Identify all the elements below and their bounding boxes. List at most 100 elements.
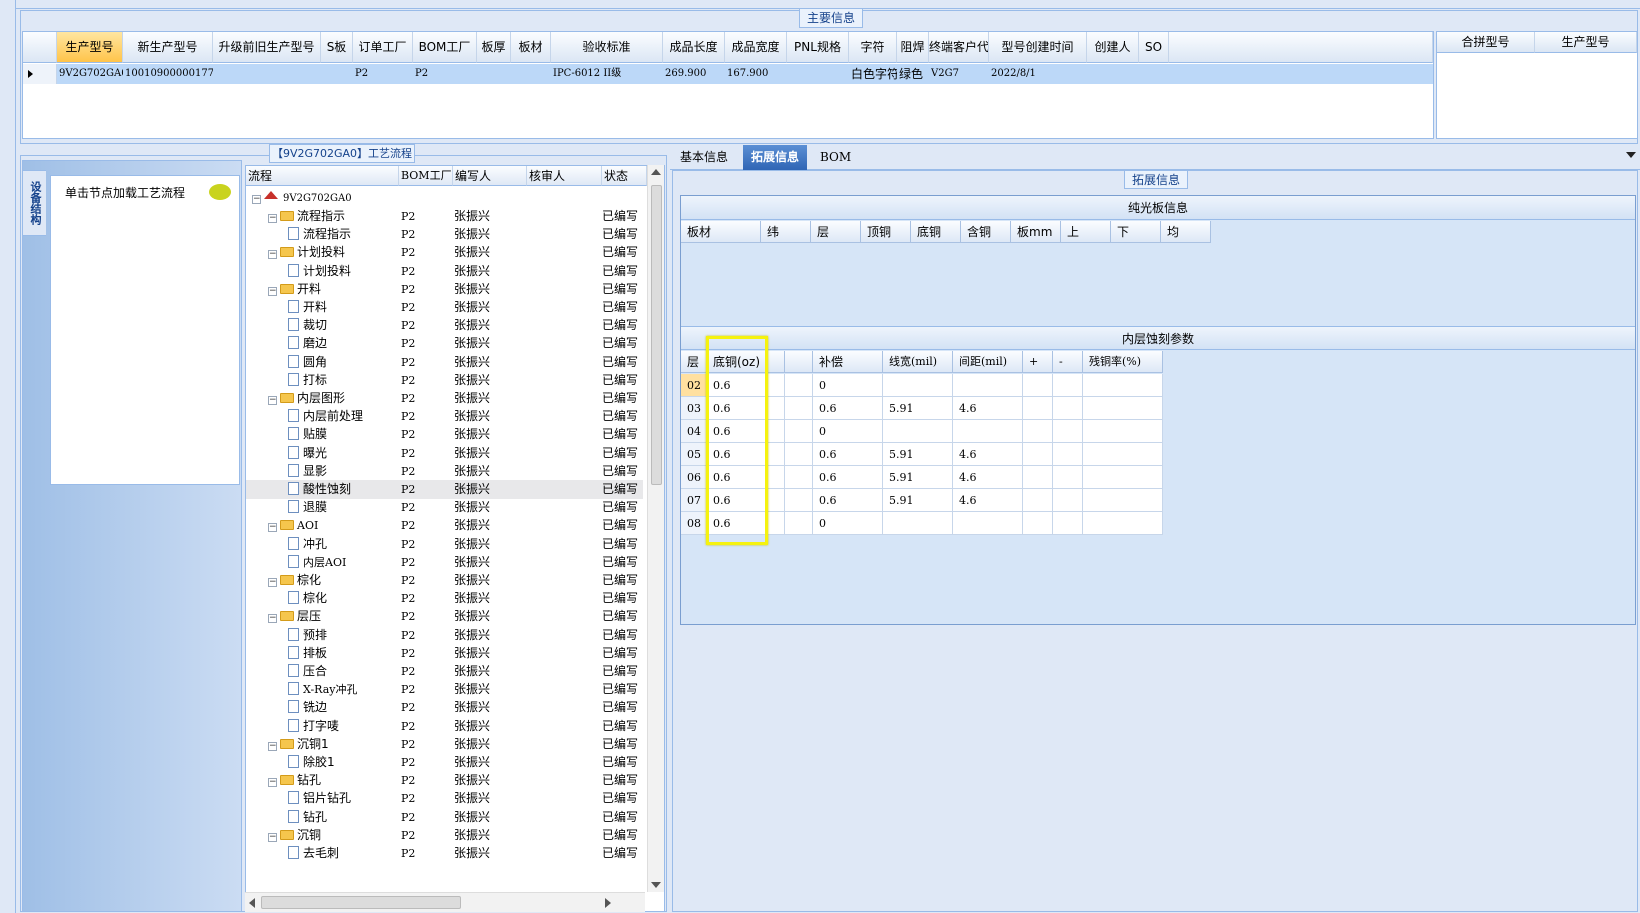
tree-row[interactable]: − 钻孔 P2 张振兴 已编写	[246, 771, 643, 790]
etch-cell[interactable]	[785, 512, 813, 535]
collapse-icon[interactable]: −	[268, 214, 277, 223]
cell-14[interactable]: V2G7	[931, 64, 989, 84]
collapse-icon[interactable]: −	[268, 741, 277, 751]
tree-col-header-3[interactable]: 核审人	[527, 166, 602, 186]
etch-col-header[interactable]: +	[1023, 351, 1053, 373]
scroll-up-icon[interactable]	[651, 169, 661, 175]
col-header-11[interactable]: PNL规格	[787, 32, 849, 63]
etch-cell[interactable]	[1023, 489, 1053, 512]
scroll-thumb[interactable]	[651, 185, 662, 485]
etch-cell[interactable]	[785, 374, 813, 397]
plain-col-header[interactable]: 层	[811, 221, 861, 243]
etch-cell[interactable]	[1023, 443, 1053, 466]
tree-row[interactable]: − 流程指示 P2 张振兴 已编写	[246, 207, 643, 226]
etch-cell[interactable]: 5.91	[883, 489, 953, 512]
tab-basic-info[interactable]: 基本信息	[672, 145, 736, 170]
etch-cell[interactable]	[1023, 420, 1053, 443]
etch-cell[interactable]	[1053, 420, 1083, 443]
tree-row[interactable]: − 层压 P2 张振兴 已编写	[246, 607, 643, 626]
col-header-2[interactable]: 升级前旧生产型号	[213, 32, 321, 63]
col-header-7[interactable]: 板材	[511, 32, 551, 63]
col-header-1[interactable]: 新生产型号	[123, 32, 213, 63]
etch-cell[interactable]: 4.6	[953, 466, 1023, 489]
cell-5[interactable]: P2	[415, 64, 477, 84]
tree-row[interactable]: 退膜 P2 张振兴 已编写	[246, 498, 643, 517]
col-header-9[interactable]: 成品长度	[663, 32, 725, 63]
tree-row[interactable]: 流程指示 P2 张振兴 已编写	[246, 225, 643, 244]
etch-cell[interactable]	[1023, 466, 1053, 489]
etch-cell[interactable]	[1083, 512, 1163, 535]
etch-col-header[interactable]: 补偿	[813, 351, 883, 373]
etch-cell[interactable]	[953, 420, 1023, 443]
col-header-8[interactable]: 验收标准	[551, 32, 663, 63]
etch-col-header[interactable]: 层	[681, 351, 707, 373]
tree-col-header-2[interactable]: 编写人	[453, 166, 527, 186]
col-header-13[interactable]: 阻焊	[897, 32, 929, 63]
tree-row[interactable]: 打字唛 P2 张振兴 已编写	[246, 717, 643, 736]
tree-root[interactable]: − 9V2G702GA0	[246, 188, 643, 207]
etch-cell[interactable]	[1053, 374, 1083, 397]
etch-cell[interactable]: 5.91	[883, 466, 953, 489]
tree-col-header-4[interactable]: 状态	[602, 166, 647, 186]
plain-col-header[interactable]: 纬	[761, 221, 811, 243]
cell-15[interactable]: 2022/8/1	[991, 64, 1087, 84]
etch-cell[interactable]: 0.6	[813, 397, 883, 420]
etch-cell[interactable]	[785, 489, 813, 512]
collapse-icon[interactable]: −	[268, 832, 277, 842]
tree-row[interactable]: 磨边 P2 张振兴 已编写	[246, 334, 643, 353]
etch-cell[interactable]	[1053, 397, 1083, 420]
tree-row[interactable]: 开料 P2 张振兴 已编写	[246, 298, 643, 317]
cell-13[interactable]: 绿色	[899, 64, 929, 84]
tree-row[interactable]: − 内层图形 P2 张振兴 已编写	[246, 389, 643, 408]
etch-cell[interactable]: 4.6	[953, 443, 1023, 466]
etch-cell[interactable]	[1083, 397, 1163, 420]
plain-col-header[interactable]: 顶铜	[861, 221, 911, 243]
col-header-5[interactable]: BOM工厂	[413, 32, 477, 63]
col-header-15[interactable]: 型号创建时间	[989, 32, 1087, 63]
tree-row[interactable]: 铣边 P2 张振兴 已编写	[246, 698, 643, 717]
etch-cell[interactable]: 4.6	[953, 397, 1023, 420]
etch-cell[interactable]: 0	[813, 512, 883, 535]
etch-cell[interactable]: 0.6	[813, 466, 883, 489]
etch-cell[interactable]	[1053, 443, 1083, 466]
etch-cell[interactable]	[785, 443, 813, 466]
tab-dropdown-icon[interactable]	[1626, 152, 1636, 158]
etch-cell[interactable]	[785, 420, 813, 443]
tree-horizontal-scrollbar[interactable]	[245, 892, 645, 912]
cell-0[interactable]: 9V2G702GA0	[59, 64, 123, 84]
tree-row[interactable]: 排板 P2 张振兴 已编写	[246, 644, 643, 663]
etch-cell[interactable]: 5.91	[883, 397, 953, 420]
etch-cell[interactable]	[1053, 489, 1083, 512]
etch-cell[interactable]	[1083, 489, 1163, 512]
merge-col-header[interactable]: 合拼型号	[1437, 32, 1535, 53]
tree-vertical-scrollbar[interactable]	[647, 165, 664, 892]
etch-cell[interactable]	[1023, 397, 1053, 420]
tree-row[interactable]: 除胶1 P2 张振兴 已编写	[246, 753, 643, 772]
tree-row[interactable]: 贴膜 P2 张振兴 已编写	[246, 425, 643, 444]
scroll-left-icon[interactable]	[249, 898, 255, 908]
etch-cell[interactable]	[785, 397, 813, 420]
plain-col-header[interactable]: 底铜	[911, 221, 961, 243]
etch-cell[interactable]	[1023, 512, 1053, 535]
merge-col-header[interactable]: 生产型号	[1535, 32, 1637, 53]
plain-col-header[interactable]: 上	[1061, 221, 1111, 243]
tree-row[interactable]: − 沉铜 P2 张振兴 已编写	[246, 826, 643, 845]
etch-cell[interactable]	[1053, 512, 1083, 535]
plain-col-header[interactable]: 均	[1161, 221, 1211, 243]
col-header-14[interactable]: 终端客户代码	[929, 32, 989, 63]
tree-row[interactable]: 铝片钻孔 P2 张振兴 已编写	[246, 789, 643, 808]
etch-cell[interactable]: 0	[813, 420, 883, 443]
vertical-tab-equipment[interactable]: 设备结构	[22, 170, 46, 236]
etch-cell[interactable]: 0.6	[813, 443, 883, 466]
etch-col-header[interactable]: 残铜率(%)	[1083, 351, 1163, 373]
etch-col-header[interactable]	[785, 351, 813, 373]
tree-row[interactable]: 预排 P2 张振兴 已编写	[246, 626, 643, 645]
cell-1[interactable]: 10010900000177	[125, 64, 213, 84]
etch-cell[interactable]	[883, 374, 953, 397]
tree-row[interactable]: 内层前处理 P2 张振兴 已编写	[246, 407, 643, 426]
tree-row[interactable]: X-Ray冲孔 P2 张振兴 已编写	[246, 680, 643, 699]
tree-row[interactable]: − AOI P2 张振兴 已编写	[246, 516, 643, 535]
collapse-icon[interactable]: −	[268, 250, 277, 260]
col-header-4[interactable]: 订单工厂	[353, 32, 413, 63]
etch-cell[interactable]	[1023, 374, 1053, 397]
